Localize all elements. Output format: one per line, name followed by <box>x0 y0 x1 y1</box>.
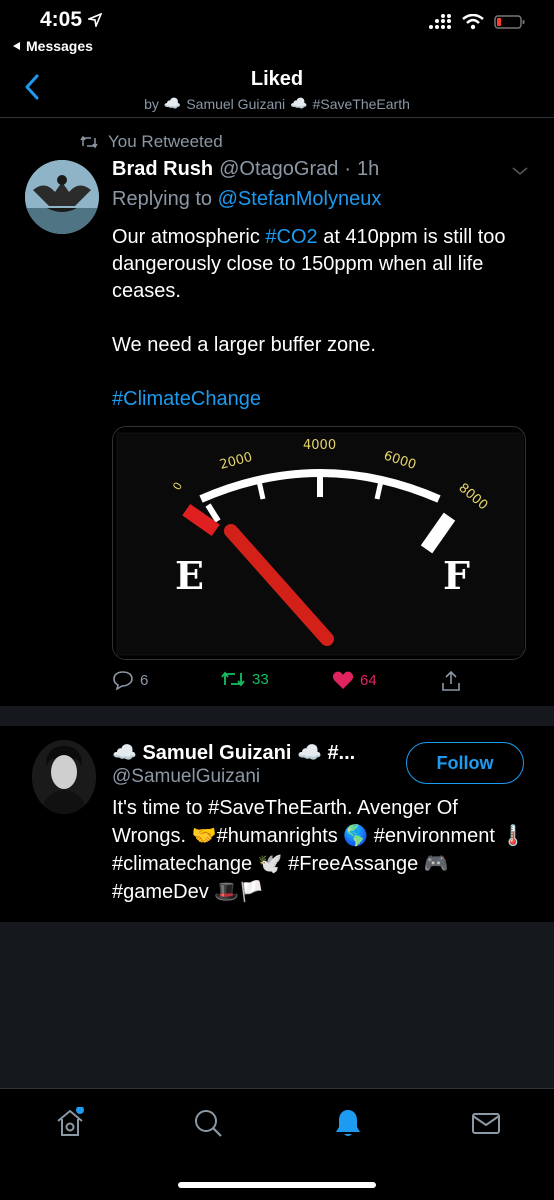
section-divider <box>0 706 554 726</box>
replying-to-label: Replying to <box>112 188 213 210</box>
retweet-icon <box>221 671 245 687</box>
user-handle[interactable]: @SamuelGuizani <box>112 766 260 788</box>
hashtag-link[interactable]: #CO2 <box>265 226 317 248</box>
back-triangle-icon <box>13 42 20 50</box>
page-subtitle: by ☁️ Samuel Guizani ☁️ #SaveTheEarth <box>0 95 554 112</box>
cloud-emoji-icon: ☁️ <box>112 742 137 764</box>
home-indicator[interactable] <box>178 1182 376 1188</box>
white-flag-emoji-icon: 🏳️ <box>239 881 265 903</box>
subtitle-name: Samuel Guizani <box>186 95 286 112</box>
tab-home[interactable] <box>54 1106 86 1139</box>
fuel-gauge-image: 0 2000 4000 6000 8000 E F <box>113 427 525 659</box>
share-icon <box>442 670 460 691</box>
tophat-emoji-icon: 🎩 <box>214 881 240 903</box>
tweet-paragraph: We need a larger buffer zone. <box>112 334 376 356</box>
bio-text: #gameDev <box>112 881 215 903</box>
separator-dot: · <box>344 158 352 180</box>
dove-emoji-icon: 🕊️ <box>257 853 283 875</box>
replying-to-handle[interactable]: @StefanMolyneux <box>218 188 382 210</box>
cellular-signal-icon <box>429 14 451 29</box>
heart-filled-icon <box>332 671 354 689</box>
avatar-portrait-image <box>32 740 96 814</box>
bio-text: #climatechange <box>112 853 258 875</box>
author-handle[interactable]: @OtagoGrad <box>219 158 338 181</box>
home-icon <box>57 1106 84 1136</box>
cloud-emoji-icon: ☁️ <box>296 742 322 764</box>
user-name-line[interactable]: ☁️ Samuel Guizani ☁️ #... <box>112 740 392 765</box>
tab-notifications[interactable] <box>332 1107 364 1139</box>
chevron-down-icon <box>512 167 528 176</box>
user-name: Samuel Guizani <box>142 742 292 764</box>
tweet-time: 1h <box>357 158 380 180</box>
like-button[interactable]: 64 <box>332 670 377 690</box>
retweet-count: 33 <box>252 670 269 688</box>
user-card[interactable]: ☁️ Samuel Guizani ☁️ #... @SamuelGuizani… <box>0 726 554 922</box>
tweet-text: Our atmospheric #CO2 at 410ppm is still … <box>112 224 532 440</box>
gauge-label: 4000 <box>303 438 336 453</box>
bio-text: #environment <box>373 825 501 847</box>
status-time: 4:05 <box>40 8 103 32</box>
reply-count: 6 <box>140 671 149 689</box>
reply-button[interactable]: 6 <box>112 670 148 690</box>
page-title: Liked <box>250 68 304 90</box>
back-to-messages-label: Messages <box>26 38 93 54</box>
tab-search[interactable] <box>192 1107 224 1139</box>
tab-messages[interactable] <box>470 1107 502 1139</box>
hashtag-link[interactable]: #ClimateChange <box>112 386 532 413</box>
share-button[interactable] <box>440 670 462 692</box>
retweet-button[interactable]: 33 <box>220 670 269 688</box>
notifications-icon <box>336 1110 360 1136</box>
search-icon <box>195 1110 222 1137</box>
back-to-messages[interactable]: Messages <box>12 38 93 54</box>
cloud-emoji-icon: ☁️ <box>163 95 182 111</box>
tweet-author-line: Brad Rush @OtagoGrad · 1h <box>112 158 379 181</box>
gauge-full-letter: F <box>443 553 470 598</box>
battery-icon <box>494 15 525 29</box>
bio-text: #FreeAssange <box>288 853 424 875</box>
tweet-media-image[interactable]: 0 2000 4000 6000 8000 E F <box>112 426 526 660</box>
avatar[interactable] <box>32 740 96 814</box>
follow-button[interactable]: Follow <box>406 742 524 784</box>
avatar[interactable] <box>25 160 99 234</box>
status-bar: 4:05 Messages <box>0 0 554 60</box>
gauge-empty-letter: E <box>175 553 204 598</box>
replying-to: Replying to @StefanMolyneux <box>112 188 381 211</box>
like-count: 64 <box>360 671 377 689</box>
tweet-text-part: Our atmospheric <box>112 226 266 248</box>
globe-emoji-icon: 🌎 <box>343 825 369 847</box>
mail-icon <box>472 1113 500 1134</box>
page-header: Liked by ☁️ Samuel Guizani ☁️ #SaveTheEa… <box>0 60 554 118</box>
author-name[interactable]: Brad Rush <box>112 158 213 181</box>
tweet-paragraph: Our atmospheric #CO2 at 410ppm is still … <box>112 224 532 305</box>
user-name-suffix: #... <box>327 742 356 764</box>
tweet-actions: 6 33 64 <box>112 670 492 698</box>
subtitle-by: by <box>144 95 159 112</box>
retweet-context: You Retweeted <box>80 132 223 152</box>
handshake-emoji-icon: 🤝 <box>191 825 217 847</box>
retweet-context-label: You Retweeted <box>108 132 223 151</box>
gamepad-emoji-icon: 🎮 <box>423 853 449 875</box>
user-bio: It's time to #SaveTheEarth. Avenger Of W… <box>112 794 532 906</box>
cloud-emoji-icon: ☁️ <box>290 95 308 111</box>
tweet-menu-button[interactable] <box>511 164 529 182</box>
wifi-icon <box>462 14 484 30</box>
subtitle-hashtag: #SaveTheEarth <box>312 95 410 112</box>
retweet-icon <box>80 135 98 149</box>
status-indicators <box>428 14 526 30</box>
clock-text: 4:05 <box>40 8 83 31</box>
tweet[interactable]: You Retweeted Brad Rush @OtagoGrad · 1h … <box>0 120 554 706</box>
location-arrow-icon <box>88 13 103 27</box>
notification-dot <box>76 1106 84 1114</box>
reply-icon <box>113 671 133 690</box>
avatar-bird-image <box>25 160 99 234</box>
thermometer-emoji-icon: 🌡️ <box>500 825 526 847</box>
bio-text: #humanrights <box>216 825 344 847</box>
empty-area <box>0 922 554 1088</box>
